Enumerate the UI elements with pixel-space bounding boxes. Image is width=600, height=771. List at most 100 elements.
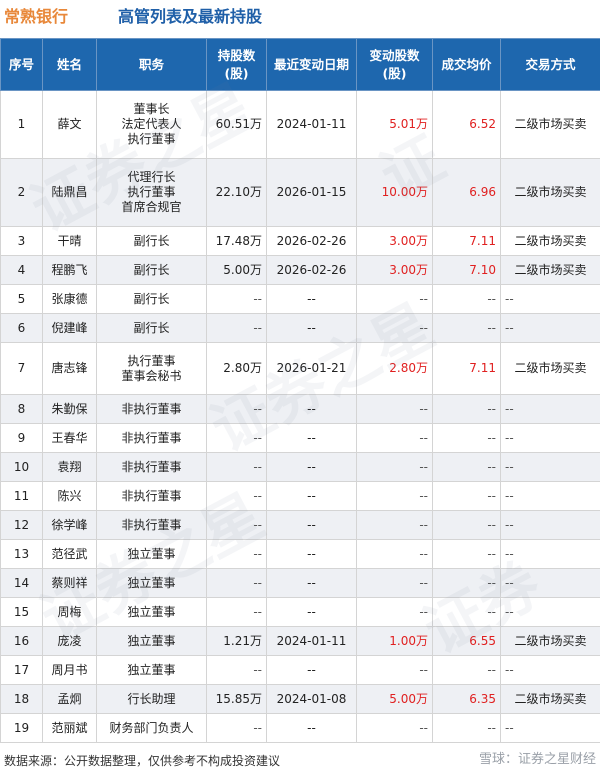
holder-name: 薛文 [42,90,97,159]
shares-changed: 3.00万 [356,226,433,256]
shares-changed: -- [356,510,433,540]
role-line: 非执行董事 [121,401,182,416]
role-line: 副行长 [133,320,170,335]
table-row: 9 王春华 非执行董事 -- -- -- -- -- [0,423,600,453]
shares-held: -- [206,510,267,540]
holder-name: 朱勤保 [42,394,97,424]
table-row: 11 陈兴 非执行董事 -- -- -- -- -- [0,481,600,511]
holder-name: 倪建峰 [42,313,97,343]
avg-price: 6.52 [432,90,501,159]
avg-price: 6.55 [432,626,501,656]
row-number: 7 [0,342,43,395]
role-line: 法定代表人 [121,117,182,131]
trade-method: -- [500,597,600,627]
shares-changed: -- [356,539,433,569]
role-cell: 行长助理 [96,684,207,714]
last-change-date: -- [266,713,357,743]
shares-held: 1.21万 [206,626,267,656]
shares-changed: -- [356,313,433,343]
table-row: 15 周梅 独立董事 -- -- -- -- -- [0,597,600,627]
row-number: 2 [0,158,43,227]
trade-method: -- [500,394,600,424]
shares-held: 17.48万 [206,226,267,256]
shares-changed: -- [356,713,433,743]
table-row: 10 袁翔 非执行董事 -- -- -- -- -- [0,452,600,482]
page-title: 高管列表及最新持股 [118,7,263,26]
shares-changed: -- [356,423,433,453]
row-number: 15 [0,597,43,627]
last-change-date: -- [266,568,357,598]
table-row: 4 程鹏飞 副行长 5.00万 2026-02-26 3.00万 7.10 二级市场买卖 [0,255,600,285]
shares-changed: -- [356,394,433,424]
shares-held: -- [206,597,267,627]
shares-changed: -- [356,597,433,627]
shares-held: 60.51万 [206,90,267,159]
shares-changed: -- [356,284,433,314]
avg-price: 7.10 [432,255,501,285]
last-change-date: 2026-01-21 [266,342,357,395]
role-cell: 财务部门负责人 [96,713,207,743]
column-header: 最近变动日期 [266,38,357,91]
role-line: 董事长 [133,102,170,116]
header: 常熟银行 高管列表及最新持股 [0,0,600,34]
trade-method: -- [500,713,600,743]
row-number: 17 [0,655,43,685]
shares-held: -- [206,452,267,482]
shares-changed: 5.00万 [356,684,433,714]
avg-price: -- [432,539,501,569]
shares-held: -- [206,284,267,314]
role-line: 独立董事 [127,633,176,648]
holder-name: 范丽斌 [42,713,97,743]
table-row: 14 蔡则祥 独立董事 -- -- -- -- -- [0,568,600,598]
column-header: 姓名 [42,38,97,91]
avg-price: -- [432,313,501,343]
role-cell: 副行长 [96,313,207,343]
column-header: 变动股数 (股) [356,38,433,91]
shares-held: 15.85万 [206,684,267,714]
row-number: 11 [0,481,43,511]
last-change-date: 2026-01-15 [266,158,357,227]
row-number: 18 [0,684,43,714]
trade-method: -- [500,655,600,685]
table-row: 7 唐志锋 执行董事 董事会秘书 2.80万 2026-01-21 2.80万 7.11 二级市… [0,342,600,395]
role-line: 独立董事 [127,604,176,619]
trade-method: -- [500,284,600,314]
row-number: 1 [0,90,43,159]
row-number: 4 [0,255,43,285]
role-cell: 非执行董事 [96,394,207,424]
role-line: 执行董事 [127,132,176,146]
avg-price: -- [432,597,501,627]
last-change-date: -- [266,539,357,569]
avg-price: -- [432,481,501,511]
row-number: 6 [0,313,43,343]
last-change-date: -- [266,394,357,424]
trade-method: -- [500,568,600,598]
trade-method: 二级市场买卖 [500,255,600,285]
table-row: 18 孟炯 行长助理 15.85万 2024-01-08 5.00万 6.35 二级市场买卖 [0,684,600,714]
trade-method: 二级市场买卖 [500,342,600,395]
shares-held: 2.80万 [206,342,267,395]
trade-method: 二级市场买卖 [500,226,600,256]
role-cell: 执行董事 董事会秘书 [96,342,207,395]
row-number: 13 [0,539,43,569]
role-line: 非执行董事 [121,517,182,532]
trade-method: -- [500,539,600,569]
holder-name: 唐志锋 [42,342,97,395]
trade-method: 二级市场买卖 [500,90,600,159]
shares-changed: 3.00万 [356,255,433,285]
role-line: 非执行董事 [121,488,182,503]
role-cell: 董事长 法定代表人 执行董事 [96,90,207,159]
holder-name: 周梅 [42,597,97,627]
table-row: 6 倪建峰 副行长 -- -- -- -- -- [0,313,600,343]
holder-name: 周月书 [42,655,97,685]
role-cell: 非执行董事 [96,510,207,540]
role-cell: 独立董事 [96,626,207,656]
brand-watermark: 雪球：证券之星财经 [478,752,596,767]
shares-held: -- [206,313,267,343]
row-number: 9 [0,423,43,453]
shares-changed: -- [356,481,433,511]
trade-method: 二级市场买卖 [500,626,600,656]
last-change-date: 2024-01-11 [266,90,357,159]
trade-method: -- [500,313,600,343]
column-header: 职务 [96,38,207,91]
